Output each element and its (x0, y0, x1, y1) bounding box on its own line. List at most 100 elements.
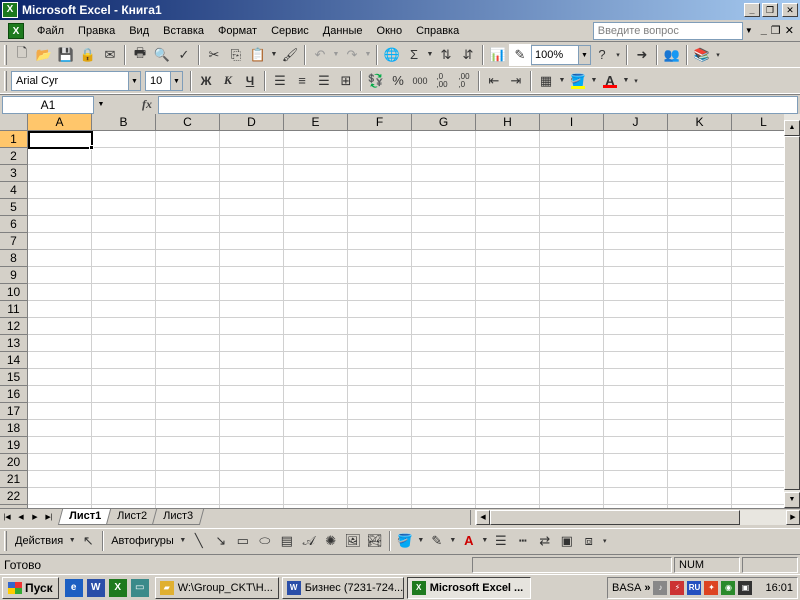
horizontal-scroll-thumb[interactable] (490, 510, 740, 525)
last-sheet-button[interactable]: ▶| (42, 510, 56, 525)
row-header-7[interactable]: 7 (0, 233, 28, 250)
menu-format[interactable]: Формат (211, 25, 264, 37)
row-header-3[interactable]: 3 (0, 165, 28, 182)
language-indicator[interactable]: RU (687, 580, 702, 595)
open-icon[interactable]: 📂 (33, 44, 55, 66)
toolbar-options-icon[interactable]: ▾ (613, 44, 623, 66)
align-center-icon[interactable]: ≡ (291, 70, 313, 92)
3d-icon[interactable]: ⧈ (578, 530, 600, 552)
permission-icon[interactable]: 🔒 (77, 44, 99, 66)
spelling-icon[interactable]: ✓ (173, 44, 195, 66)
column-header-C[interactable]: C (156, 114, 220, 131)
menu-help[interactable]: Справка (409, 25, 466, 37)
row-header-2[interactable]: 2 (0, 148, 28, 165)
row-header-16[interactable]: 16 (0, 386, 28, 403)
shadow-icon[interactable]: ▣ (556, 530, 578, 552)
cut-icon[interactable]: ✂ (203, 44, 225, 66)
font-name-dropdown-icon[interactable]: ▼ (129, 70, 141, 91)
autoshapes-menu[interactable]: Автофигуры (107, 535, 178, 547)
menu-data[interactable]: Данные (316, 25, 370, 37)
font-size-input[interactable]: 10 (145, 70, 171, 91)
draw-fill-dropdown-icon[interactable]: ▼ (416, 530, 426, 552)
bold-button[interactable]: Ж (195, 70, 217, 92)
borders-dropdown-icon[interactable]: ▼ (557, 70, 567, 92)
undo-dropdown-icon[interactable]: ▼ (331, 44, 341, 66)
word-icon[interactable]: W (86, 578, 105, 597)
network-icon[interactable]: ◉ (721, 580, 736, 595)
column-header-F[interactable]: F (348, 114, 412, 131)
toolbar-grip[interactable] (4, 44, 7, 65)
tray-expand-icon[interactable]: » (644, 582, 650, 594)
workbook-minimize-button[interactable]: _ (761, 24, 767, 37)
align-right-icon[interactable]: ☰ (313, 70, 335, 92)
formula-input[interactable] (158, 95, 798, 114)
redo-dropdown-icon[interactable]: ▼ (363, 44, 373, 66)
autoshapes-dropdown-icon[interactable]: ▼ (178, 530, 188, 552)
autosum-icon[interactable]: Σ (403, 44, 425, 66)
arrow-icon[interactable]: ↘ (210, 530, 232, 552)
thousands-button[interactable]: 000 (409, 70, 431, 92)
horizontal-scrollbar[interactable]: ◀ ▶ (470, 510, 800, 525)
column-header-E[interactable]: E (284, 114, 348, 131)
tray-app-icon[interactable]: ✦ (704, 580, 719, 595)
row-header-1[interactable]: 1 (0, 131, 28, 148)
tray-toolbar-label[interactable]: BASA (612, 582, 641, 594)
row-header-22[interactable]: 22 (0, 488, 28, 505)
start-button[interactable]: Пуск (2, 576, 59, 599)
actions-dropdown-icon[interactable]: ▼ (67, 530, 77, 552)
active-cell[interactable] (28, 131, 93, 149)
sort-descending-icon[interactable]: ⇵ (457, 44, 479, 66)
help-question-input[interactable]: Введите вопрос (592, 21, 743, 40)
diagram-icon[interactable]: ✺ (320, 530, 342, 552)
toolbar-options-icon-3[interactable]: ▾ (631, 70, 641, 92)
draw-font-color-dropdown-icon[interactable]: ▼ (480, 530, 490, 552)
menu-edit[interactable]: Правка (71, 25, 122, 37)
sheet-tab-1[interactable]: Лист1 (57, 509, 113, 525)
percent-button[interactable]: % (387, 70, 409, 92)
scroll-left-button[interactable]: ◀ (476, 510, 490, 525)
column-header-B[interactable]: B (92, 114, 156, 131)
zoom-dropdown-icon[interactable]: ▼ (579, 44, 591, 65)
currency-icon[interactable]: 💱 (365, 70, 387, 92)
font-size-dropdown-icon[interactable]: ▼ (171, 70, 183, 91)
redo-icon[interactable]: ↷ (341, 44, 363, 66)
line-icon[interactable]: ╲ (188, 530, 210, 552)
scroll-down-button[interactable]: ▼ (784, 492, 800, 508)
drawing-toggle-icon[interactable]: ✎ (509, 43, 531, 66)
save-icon[interactable]: 💾 (55, 44, 77, 66)
picture-icon[interactable]: 🏞 (364, 530, 386, 552)
antivirus-icon[interactable]: ⚡ (670, 580, 685, 595)
column-header-A[interactable]: A (28, 114, 92, 131)
hyperlink-icon[interactable]: 🌐 (381, 44, 403, 66)
borders-icon[interactable]: ▦ (535, 70, 557, 92)
volume-icon[interactable]: ♪ (653, 580, 668, 595)
row-header-15[interactable]: 15 (0, 369, 28, 386)
vertical-scroll-thumb[interactable] (784, 136, 800, 490)
help-icon[interactable]: ? (591, 44, 613, 66)
monitor-icon[interactable]: ▣ (738, 580, 753, 595)
menu-window[interactable]: Окно (370, 25, 410, 37)
arrow-style-icon[interactable]: ⇄ (534, 530, 556, 552)
draw-font-color-icon[interactable]: A (458, 530, 480, 552)
people-icon[interactable]: 👥 (661, 44, 683, 66)
toolbar-options-icon-2[interactable]: ▾ (713, 44, 723, 66)
excel-app-icon[interactable]: X (2, 2, 18, 18)
fill-handle[interactable] (89, 145, 94, 150)
dash-style-icon[interactable]: ┅ (512, 530, 534, 552)
row-header-13[interactable]: 13 (0, 335, 28, 352)
paste-dropdown-icon[interactable]: ▼ (269, 44, 279, 66)
increase-indent-icon[interactable]: ⇥ (505, 70, 527, 92)
row-header-9[interactable]: 9 (0, 267, 28, 284)
undo-icon[interactable]: ↶ (309, 44, 331, 66)
increase-decimal-button[interactable]: ,0 ,00 (431, 70, 453, 92)
merge-center-icon[interactable]: ⊞ (335, 70, 357, 92)
excel-icon[interactable]: X (108, 578, 127, 597)
format-painter-icon[interactable]: 🖌 (279, 44, 301, 66)
row-header-4[interactable]: 4 (0, 182, 28, 199)
font-name-input[interactable]: Arial Cyr (11, 70, 129, 91)
help-dropdown-icon[interactable]: ▼ (743, 22, 755, 40)
align-left-icon[interactable]: ☰ (269, 70, 291, 92)
row-header-19[interactable]: 19 (0, 437, 28, 454)
desktop-icon[interactable]: ▭ (130, 578, 149, 597)
next-sheet-button[interactable]: ▶ (28, 510, 42, 525)
